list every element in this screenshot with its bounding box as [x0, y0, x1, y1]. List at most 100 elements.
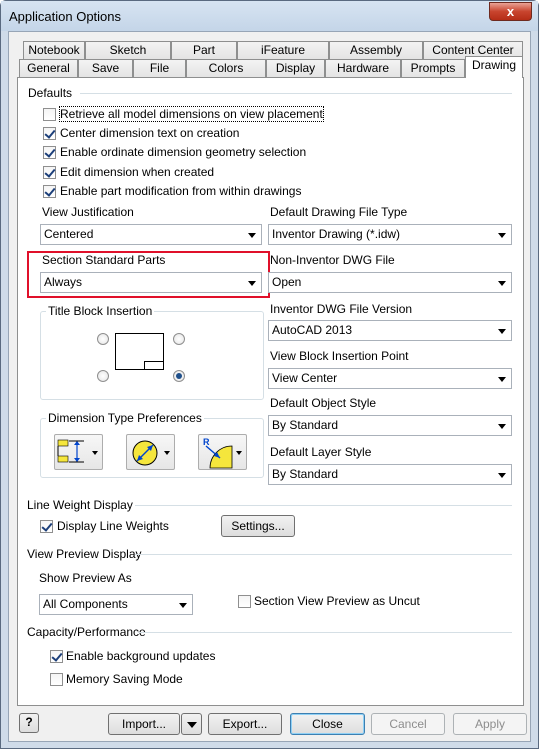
- part-modification-label[interactable]: Enable part modification from within dra…: [60, 184, 301, 198]
- radius-dimension-icon: R: [203, 437, 233, 469]
- section-standard-parts-value: Always: [44, 275, 83, 289]
- tab-assembly[interactable]: Assembly: [329, 41, 423, 60]
- show-preview-as-value: All Components: [43, 597, 128, 611]
- inventor-dwg-file-version-value: AutoCAD 2013: [272, 323, 353, 337]
- show-preview-as-label: Show Preview As: [39, 571, 132, 585]
- defaults-divider: [80, 93, 512, 94]
- tab-sketch[interactable]: Sketch: [85, 41, 171, 60]
- cancel-button[interactable]: Cancel: [371, 713, 445, 735]
- ordinate-geometry-checkbox[interactable]: [43, 146, 56, 159]
- tab-hardware[interactable]: Hardware: [325, 59, 401, 78]
- title-block-corner-icon: [144, 361, 164, 370]
- chevron-down-icon: [498, 281, 506, 286]
- apply-button[interactable]: Apply: [453, 713, 527, 735]
- chevron-down-icon: [187, 722, 197, 728]
- import-button[interactable]: Import...: [108, 713, 180, 735]
- tab-prompts[interactable]: Prompts: [401, 59, 465, 78]
- close-button[interactable]: Close: [290, 713, 365, 735]
- tab-general[interactable]: General: [19, 59, 78, 78]
- default-object-style-label: Default Object Style: [270, 396, 377, 410]
- section-standard-parts-select[interactable]: Always: [40, 272, 262, 293]
- title-block-bottom-left-radio[interactable]: [97, 370, 109, 382]
- title-block-top-right-radio[interactable]: [173, 333, 185, 345]
- chevron-down-icon: [498, 329, 506, 334]
- tab-notebook[interactable]: Notebook: [23, 41, 85, 60]
- tab-file[interactable]: File: [133, 59, 186, 78]
- show-preview-as-select[interactable]: All Components: [39, 594, 193, 615]
- display-line-weights-label[interactable]: Display Line Weights: [57, 519, 169, 533]
- view-preview-divider: [135, 554, 512, 555]
- help-icon: ?: [25, 715, 33, 729]
- view-block-insertion-point-value: View Center: [272, 371, 338, 385]
- chevron-down-icon: [248, 281, 256, 286]
- title-bar[interactable]: Application Options x: [1, 1, 538, 31]
- retrieve-dimensions-checkbox[interactable]: [43, 108, 56, 121]
- default-drawing-file-type-select[interactable]: Inventor Drawing (*.idw): [268, 224, 512, 245]
- defaults-group-label: Defaults: [28, 86, 73, 100]
- application-options-window: Application Options x Notebook Sketch Pa…: [0, 0, 539, 749]
- default-layer-style-select[interactable]: By Standard: [268, 464, 512, 485]
- enable-background-updates-checkbox[interactable]: [50, 650, 63, 663]
- line-weight-divider: [135, 505, 512, 506]
- title-block-bottom-right-radio[interactable]: [173, 370, 185, 382]
- tab-colors[interactable]: Colors: [186, 59, 266, 78]
- chevron-down-icon: [498, 424, 506, 429]
- edit-dimension-checkbox[interactable]: [43, 166, 56, 179]
- tab-save[interactable]: Save: [78, 59, 133, 78]
- edit-dimension-label[interactable]: Edit dimension when created: [60, 165, 214, 179]
- export-button[interactable]: Export...: [208, 713, 282, 735]
- view-block-insertion-point-label: View Block Insertion Point: [270, 349, 409, 363]
- title-block-preview-icon: [115, 333, 164, 370]
- title-block-insertion-label: Title Block Insertion: [46, 304, 155, 318]
- chevron-down-icon: [236, 451, 242, 455]
- default-layer-style-value: By Standard: [272, 467, 339, 481]
- view-block-insertion-point-select[interactable]: View Center: [268, 368, 512, 389]
- settings-button[interactable]: Settings...: [221, 515, 295, 537]
- tab-drawing[interactable]: Drawing: [465, 56, 523, 78]
- part-modification-checkbox[interactable]: [43, 185, 56, 198]
- chevron-down-icon: [498, 473, 506, 478]
- capacity-performance-label: Capacity/Performance: [27, 625, 146, 639]
- tab-part[interactable]: Part: [171, 41, 237, 60]
- center-dimension-text-label[interactable]: Center dimension text on creation: [60, 126, 239, 140]
- help-button[interactable]: ?: [19, 713, 39, 733]
- close-window-button[interactable]: x: [489, 2, 532, 21]
- import-dropdown-button[interactable]: [181, 713, 202, 735]
- chevron-down-icon: [179, 603, 187, 608]
- view-justification-value: Centered: [44, 227, 94, 241]
- memory-saving-mode-label[interactable]: Memory Saving Mode: [66, 672, 183, 686]
- linear-dimension-button[interactable]: [54, 434, 103, 470]
- view-preview-display-label: View Preview Display: [27, 547, 142, 561]
- drawing-tab-panel: Defaults Retrieve all model dimensions o…: [17, 77, 524, 706]
- chevron-down-icon: [498, 377, 506, 382]
- enable-background-updates-label[interactable]: Enable background updates: [66, 649, 215, 663]
- title-block-top-left-radio[interactable]: [97, 333, 109, 345]
- section-view-uncut-checkbox[interactable]: [238, 595, 251, 608]
- default-drawing-file-type-label: Default Drawing File Type: [270, 205, 408, 219]
- chevron-down-icon: [498, 233, 506, 238]
- capacity-divider: [138, 632, 512, 633]
- radius-dimension-button[interactable]: R: [198, 434, 247, 470]
- retrieve-dimensions-label[interactable]: Retrieve all model dimensions on view pl…: [59, 106, 324, 122]
- center-dimension-text-checkbox[interactable]: [43, 127, 56, 140]
- non-inventor-dwg-file-value: Open: [272, 275, 302, 289]
- linear-dimension-icon: [57, 439, 84, 463]
- chevron-down-icon: [248, 233, 256, 238]
- memory-saving-mode-checkbox[interactable]: [50, 673, 63, 686]
- view-justification-select[interactable]: Centered: [40, 224, 262, 245]
- display-line-weights-checkbox[interactable]: [40, 520, 53, 533]
- default-layer-style-label: Default Layer Style: [270, 445, 372, 459]
- ordinate-geometry-label[interactable]: Enable ordinate dimension geometry selec…: [60, 145, 306, 159]
- view-justification-label: View Justification: [42, 205, 134, 219]
- default-object-style-select[interactable]: By Standard: [268, 415, 512, 436]
- section-standard-parts-label: Section Standard Parts: [42, 253, 166, 267]
- dialog-client: Notebook Sketch Part iFeature Assembly C…: [8, 31, 531, 742]
- tab-display[interactable]: Display: [266, 59, 325, 78]
- non-inventor-dwg-file-select[interactable]: Open: [268, 272, 512, 293]
- tab-ifeature[interactable]: iFeature: [237, 41, 329, 60]
- diameter-dimension-button[interactable]: [126, 434, 175, 470]
- inventor-dwg-file-version-select[interactable]: AutoCAD 2013: [268, 320, 512, 341]
- line-weight-display-label: Line Weight Display: [27, 498, 133, 512]
- default-drawing-file-type-value: Inventor Drawing (*.idw): [272, 227, 401, 241]
- section-view-uncut-label[interactable]: Section View Preview as Uncut: [254, 594, 420, 608]
